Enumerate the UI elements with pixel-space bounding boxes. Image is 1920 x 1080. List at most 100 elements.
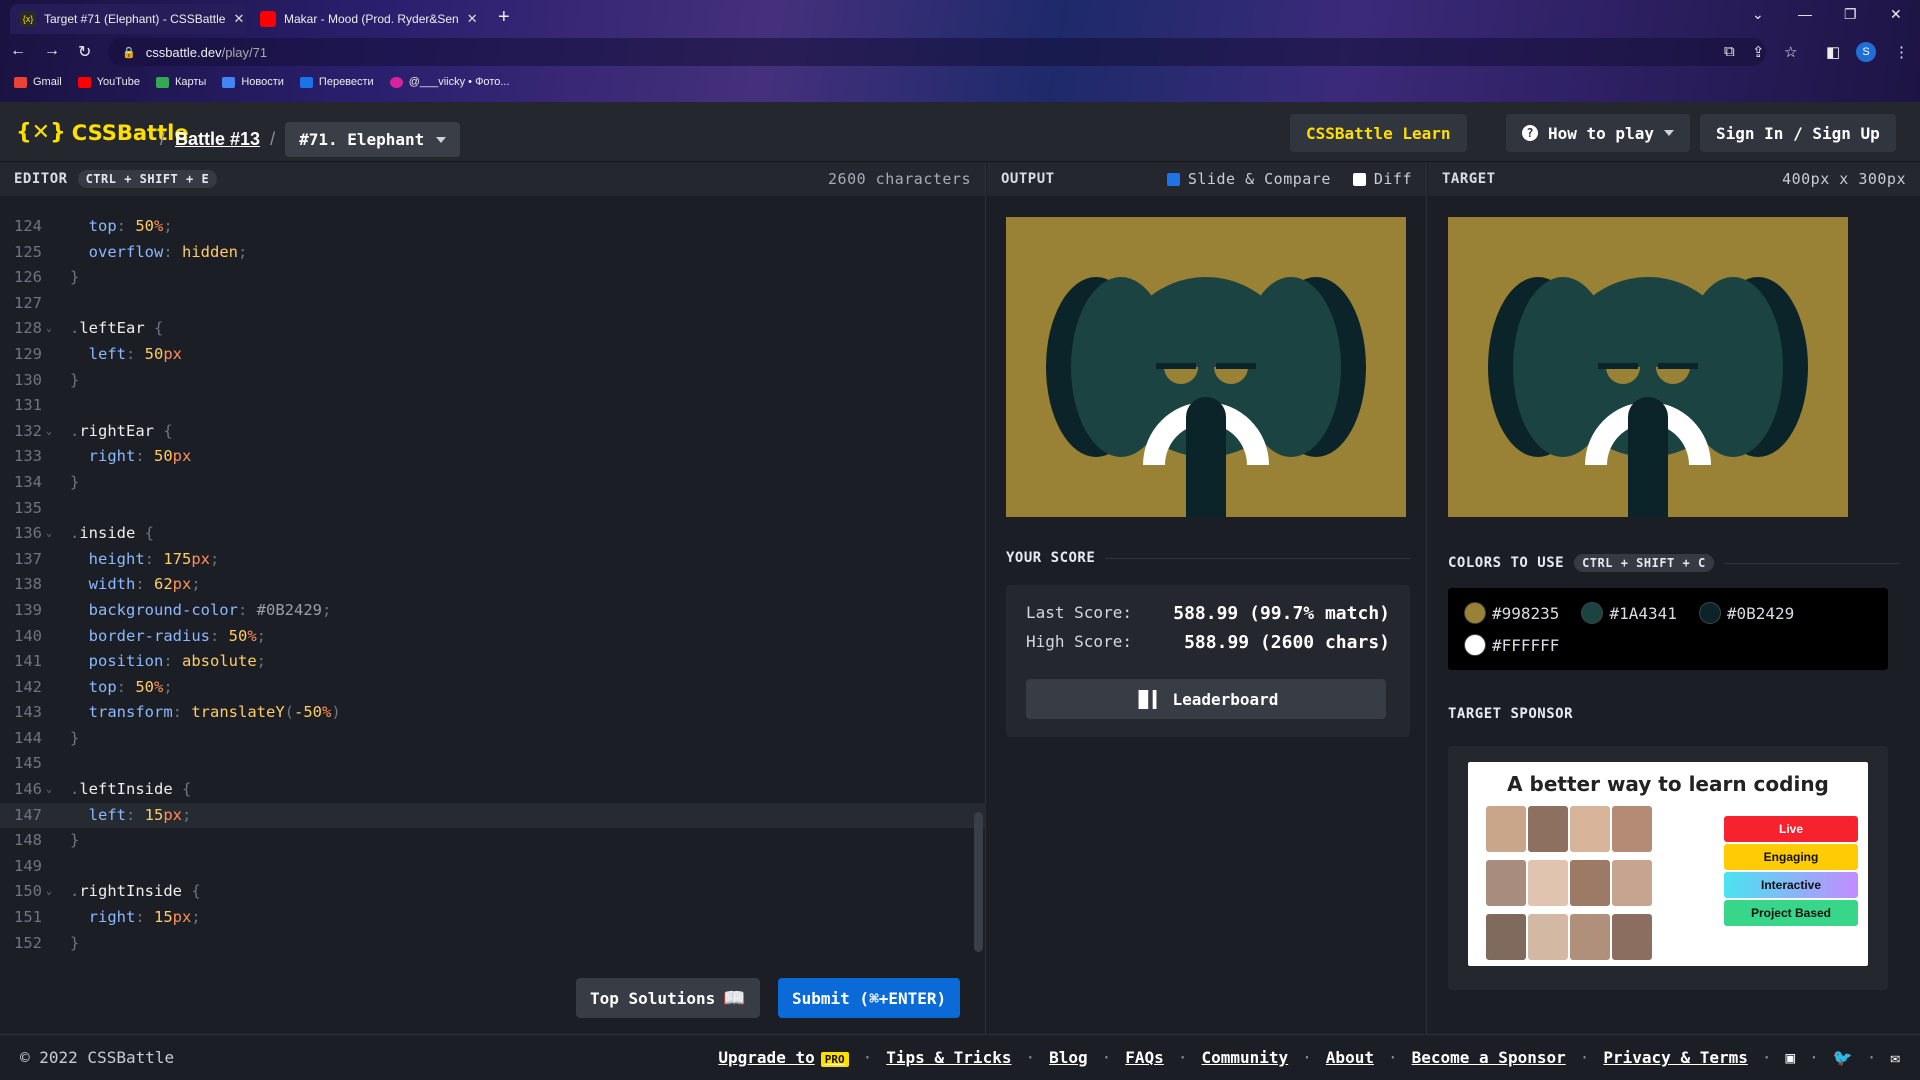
code-line[interactable]: 140 border-radius: 50%;	[0, 624, 986, 650]
code-token: .	[70, 421, 80, 440]
footer-link-about[interactable]: About	[1326, 1048, 1374, 1067]
new-tab-icon[interactable]: +	[498, 6, 510, 29]
code-line[interactable]: 133 right: 50px	[0, 444, 986, 470]
code-line[interactable]: 126}	[0, 265, 986, 291]
code-line[interactable]: 141 position: absolute;	[0, 649, 986, 675]
fold-chevron-icon	[46, 803, 58, 829]
tab-youtube[interactable]: Makar - Mood (Prod. Ryder&Sen ✕	[250, 4, 486, 34]
elephant-target-art	[1488, 277, 1808, 517]
bookmark-translate[interactable]: Перевести	[299, 76, 374, 88]
target-frame[interactable]	[1448, 217, 1848, 517]
bookmark-maps[interactable]: Карты	[155, 76, 206, 88]
diff-checkbox[interactable]: Diff	[1352, 170, 1412, 188]
code-line[interactable]: 151 right: 15px;	[0, 905, 986, 931]
code-line[interactable]: 145	[0, 751, 986, 777]
code-line[interactable]: 142 top: 50%;	[0, 675, 986, 701]
code-line[interactable]: 150 ⌄ .rightInside {	[0, 879, 986, 905]
discord-icon[interactable]: ▣	[1786, 1048, 1796, 1067]
reload-icon[interactable]: ↻	[78, 42, 91, 62]
code-line[interactable]: 147 left: 15px;	[0, 802, 986, 829]
code-text: }	[58, 470, 79, 496]
slide-compare-checkbox[interactable]: Slide & Compare	[1166, 170, 1331, 188]
menu-kebab-icon[interactable]: ⋮	[1894, 43, 1909, 61]
code-line[interactable]: 124 top: 50%;	[0, 214, 986, 240]
tab-search-icon[interactable]: ⌄	[1752, 6, 1764, 23]
code-line[interactable]: 152}	[0, 931, 986, 957]
code-line[interactable]: 130}	[0, 368, 986, 394]
lock-icon[interactable]: 🔒	[122, 46, 136, 59]
color-swatch[interactable]: #1A4341	[1581, 602, 1677, 624]
editor-scrollbar[interactable]	[974, 812, 983, 952]
forward-icon[interactable]: →	[44, 42, 60, 62]
code-line[interactable]: 138 width: 62px;	[0, 572, 986, 598]
code-line[interactable]: 134}	[0, 470, 986, 496]
bookmark-label: YouTube	[96, 76, 140, 88]
mail-icon[interactable]: ✉	[1890, 1048, 1900, 1067]
url-bar[interactable]: 🔒 cssbattle.dev/play/71	[108, 38, 1766, 66]
code-token: px	[172, 575, 192, 594]
editor-title: EDITOR	[14, 171, 68, 187]
submit-button[interactable]: Submit (⌘+ENTER)	[778, 978, 961, 1018]
leaderboard-button[interactable]: ▐▌▍ Leaderboard	[1026, 679, 1386, 719]
translate-icon[interactable]: ⧉	[1724, 43, 1735, 60]
code-line[interactable]: 125 overflow: hidden;	[0, 240, 986, 266]
code-line[interactable]: 149	[0, 854, 986, 880]
bookmark-star-icon[interactable]: ☆	[1784, 43, 1797, 61]
footer-link-sponsor[interactable]: Become a Sponsor	[1412, 1048, 1566, 1067]
share-icon[interactable]: ⇪	[1752, 43, 1765, 61]
color-swatch[interactable]: #FFFFFF	[1464, 634, 1559, 656]
bookmark-youtube[interactable]: YouTube	[77, 76, 140, 88]
bookmark-instagram[interactable]: @___viicky • Фото...	[389, 76, 510, 88]
output-frame[interactable]	[1006, 217, 1406, 517]
upgrade-link[interactable]: Upgrade to PRO	[718, 1048, 849, 1067]
code-line[interactable]: 127	[0, 291, 986, 317]
code-line[interactable]: 146 ⌄ .leftInside {	[0, 777, 986, 803]
color-swatch[interactable]: #0B2429	[1698, 602, 1794, 624]
target-selector[interactable]: #71. Elephant	[285, 122, 461, 157]
footer-link-privacy[interactable]: Privacy & Terms	[1603, 1048, 1748, 1067]
back-icon[interactable]: ←	[10, 42, 26, 62]
code-editor[interactable]: 124 top: 50%; 125 overflow: hidden; 126} 12…	[0, 214, 986, 956]
code-line[interactable]: 148}	[0, 828, 986, 854]
color-swatch[interactable]: #998235	[1464, 602, 1559, 624]
bookmark-news[interactable]: Новости	[222, 76, 284, 88]
battle-link[interactable]: Battle #13	[175, 129, 260, 150]
code-line[interactable]: 143 transform: translateY(-50%)	[0, 700, 986, 726]
code-line[interactable]: 131	[0, 393, 986, 419]
bookmark-gmail[interactable]: Gmail	[14, 76, 62, 88]
footer-link-faqs[interactable]: FAQs	[1125, 1048, 1164, 1067]
code-line[interactable]: 135	[0, 496, 986, 522]
top-solutions-button[interactable]: Top Solutions 📖	[576, 978, 760, 1018]
footer-link-tips[interactable]: Tips & Tricks	[886, 1048, 1011, 1067]
minimize-icon[interactable]: —	[1798, 6, 1812, 22]
code-line[interactable]: 129 left: 50px	[0, 342, 986, 368]
code-line[interactable]: 132 ⌄ .rightEar {	[0, 419, 986, 445]
cssbattle-learn-button[interactable]: CSSBattle Learn	[1290, 114, 1467, 152]
code-line[interactable]: 136 ⌄ .inside {	[0, 521, 986, 547]
profile-avatar[interactable]: S	[1856, 42, 1876, 62]
code-token: #0B2429	[256, 600, 322, 619]
footer-link-community[interactable]: Community	[1201, 1048, 1288, 1067]
code-line[interactable]: 144}	[0, 726, 986, 752]
tab-cssbattle[interactable]: {x} Target #71 (Elephant) - CSSBattle ✕	[10, 4, 246, 34]
fold-chevron-icon[interactable]: ⌄	[46, 316, 58, 342]
close-tab-icon[interactable]: ✕	[225, 11, 244, 27]
code-line[interactable]: 128 ⌄ .leftEar {	[0, 316, 986, 342]
fold-chevron-icon[interactable]: ⌄	[46, 521, 58, 547]
code-line[interactable]: 139 background-color: #0B2429;	[0, 598, 986, 624]
sign-in-button[interactable]: Sign In / Sign Up	[1700, 114, 1896, 152]
footer-link-blog[interactable]: Blog	[1049, 1048, 1088, 1067]
close-tab-icon[interactable]: ✕	[459, 11, 478, 27]
code-line[interactable]: 137 height: 175px;	[0, 547, 986, 573]
sponsor-banner[interactable]: A better way to learn coding Live Engagi…	[1468, 762, 1868, 966]
fold-chevron-icon[interactable]: ⌄	[46, 777, 58, 803]
fold-chevron-icon	[46, 726, 58, 752]
how-to-play-button[interactable]: ? How to play	[1506, 114, 1690, 152]
twitter-icon[interactable]: 🐦	[1833, 1048, 1853, 1067]
restore-icon[interactable]: ❐	[1844, 6, 1857, 23]
fold-chevron-icon[interactable]: ⌄	[46, 879, 58, 905]
close-window-icon[interactable]: ✕	[1890, 6, 1902, 23]
fold-chevron-icon[interactable]: ⌄	[46, 419, 58, 445]
separator: ·	[1579, 1048, 1590, 1067]
sidepanel-icon[interactable]: ◧	[1826, 43, 1840, 61]
